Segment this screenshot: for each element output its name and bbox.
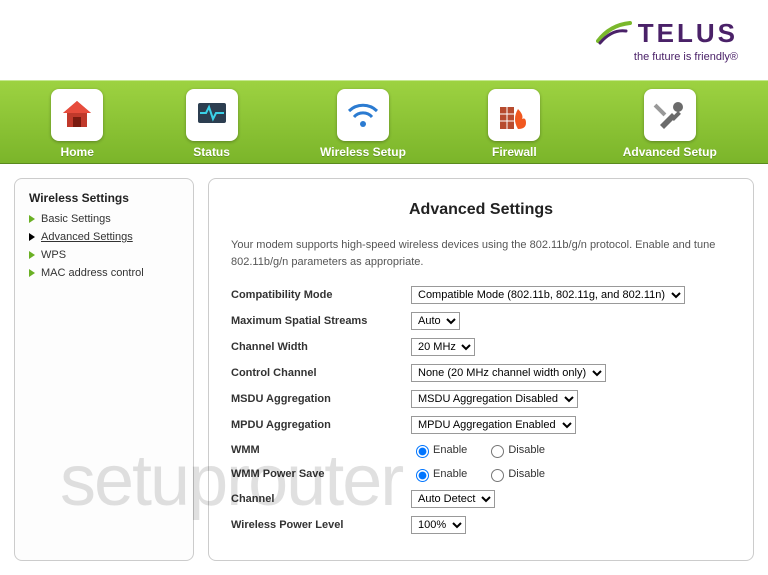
label-channel: Channel [231,493,411,505]
page-title: Advanced Settings [231,201,731,219]
select-control-channel[interactable]: None (20 MHz channel width only) [411,364,606,382]
firewall-icon [488,89,540,141]
arrow-right-icon [29,215,35,223]
label-compatibility-mode: Compatibility Mode [231,289,411,301]
brand-name: TELUS [638,18,738,49]
sidebar: Wireless Settings Basic Settings Advance… [14,178,194,561]
select-channel[interactable]: Auto Detect [411,490,495,508]
radio-wmmps-enable[interactable]: Enable [411,468,467,480]
main-area: Wireless Settings Basic Settings Advance… [0,164,768,575]
select-max-spatial-streams[interactable]: Auto [411,312,460,330]
wifi-icon [337,89,389,141]
label-wmm-power-save: WMM Power Save [231,468,411,480]
main-nav: Home Status Wireless Setup Firewall Adva… [0,80,768,164]
sidebar-item-label: Basic Settings [41,213,111,225]
sidebar-item-advanced-settings[interactable]: Advanced Settings [29,231,179,243]
nav-firewall[interactable]: Firewall [488,89,540,159]
radio-wmm-enable[interactable]: Enable [411,444,467,456]
sidebar-item-mac-address-control[interactable]: MAC address control [29,267,179,279]
label-wmm: WMM [231,444,411,456]
arrow-right-icon [29,269,35,277]
nav-label: Status [186,145,238,159]
header: TELUS the future is friendly® [0,0,768,80]
nav-label: Firewall [488,145,540,159]
nav-advanced-setup[interactable]: Advanced Setup [623,89,717,159]
nav-label: Home [51,145,103,159]
content-panel: Advanced Settings Your modem supports hi… [208,178,754,561]
label-mpdu-aggregation: MPDU Aggregation [231,419,411,431]
select-channel-width[interactable]: 20 MHz [411,338,475,356]
brand-logo: TELUS the future is friendly® [596,18,738,63]
select-mpdu-aggregation[interactable]: MPDU Aggregation Enabled [411,416,576,434]
page-description: Your modem supports high-speed wireless … [231,237,731,270]
sidebar-item-basic-settings[interactable]: Basic Settings [29,213,179,225]
sidebar-item-wps[interactable]: WPS [29,249,179,261]
label-control-channel: Control Channel [231,367,411,379]
label-msdu-aggregation: MSDU Aggregation [231,393,411,405]
select-compatibility-mode[interactable]: Compatible Mode (802.11b, 802.11g, and 8… [411,286,685,304]
radio-wmm-disable[interactable]: Disable [486,444,545,456]
monitor-icon [186,89,238,141]
label-wireless-power-level: Wireless Power Level [231,519,411,531]
sidebar-item-label: WPS [41,249,66,261]
brand-tagline: the future is friendly® [596,51,738,63]
home-icon [51,89,103,141]
sidebar-title: Wireless Settings [29,191,179,205]
sidebar-item-label: MAC address control [41,267,144,279]
sidebar-item-label: Advanced Settings [41,231,133,243]
radio-wmmps-disable[interactable]: Disable [486,468,545,480]
label-channel-width: Channel Width [231,341,411,353]
nav-wireless-setup[interactable]: Wireless Setup [320,89,406,159]
tools-icon [644,89,696,141]
select-wireless-power-level[interactable]: 100% [411,516,466,534]
label-max-spatial-streams: Maximum Spatial Streams [231,315,411,327]
nav-status[interactable]: Status [186,89,238,159]
nav-label: Wireless Setup [320,145,406,159]
nav-label: Advanced Setup [623,145,717,159]
arrow-right-icon [29,251,35,259]
select-msdu-aggregation[interactable]: MSDU Aggregation Disabled [411,390,578,408]
telus-swoosh-icon [596,19,632,47]
arrow-right-icon [29,233,35,241]
nav-home[interactable]: Home [51,89,103,159]
